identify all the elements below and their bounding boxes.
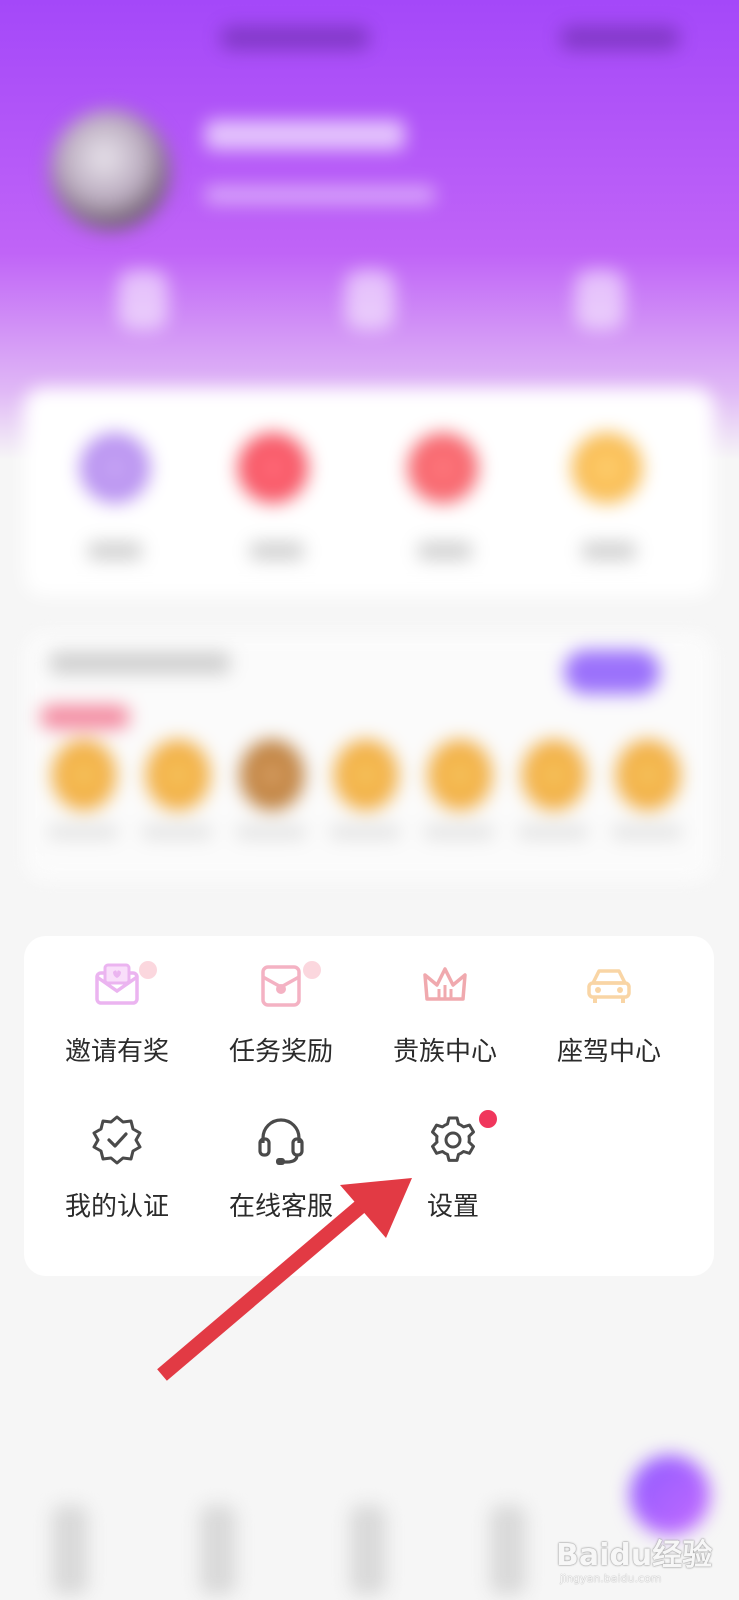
menu-item-my-verification[interactable]: 我的认证 [42, 1110, 192, 1230]
gift-label-blur [236, 825, 306, 839]
gift-label-blur [424, 825, 494, 839]
menu-item-invite[interactable]: 邀请有奖 [42, 955, 192, 1075]
gift-icon[interactable] [334, 740, 398, 810]
user-id-blur [205, 186, 435, 204]
gift-label-blur [48, 825, 118, 839]
crown-icon [415, 955, 475, 1015]
gift-icon[interactable] [428, 740, 492, 810]
menu-item-task-reward[interactable]: 任务奖励 [206, 955, 356, 1075]
menu-label: 在线客服 [228, 1192, 333, 1222]
menu-label: 任务奖励 [228, 1037, 333, 1067]
gift-icon[interactable] [616, 740, 680, 810]
floating-action-button[interactable] [630, 1455, 710, 1535]
shortcut-label-blur-3 [418, 542, 472, 560]
menu-label: 座驾中心 [556, 1037, 661, 1067]
gift-label-blur [142, 825, 212, 839]
avatar[interactable] [50, 110, 170, 230]
gift-icon[interactable] [146, 740, 210, 810]
gift-more-button[interactable] [564, 650, 660, 694]
task-reward-icon [251, 955, 321, 1015]
stat-blur-1[interactable] [118, 270, 168, 330]
menu-label: 我的认证 [64, 1192, 169, 1222]
stat-blur-2[interactable] [345, 270, 395, 330]
gift-label-blur [330, 825, 400, 839]
watermark-url: jingyan.baidu.com [560, 1572, 662, 1585]
store-icon[interactable] [408, 433, 478, 503]
menu-item-car-center[interactable]: 座驾中心 [534, 955, 684, 1075]
gift-title-blur [50, 652, 230, 674]
tab-message[interactable] [350, 1505, 386, 1595]
notification-dot [479, 1110, 497, 1128]
menu-item-settings[interactable]: 设置 [378, 1110, 528, 1230]
shortcut-label-blur-1 [88, 542, 142, 560]
tab-home[interactable] [52, 1505, 88, 1595]
menu-label: 贵族中心 [392, 1037, 497, 1067]
notification-dot [303, 961, 321, 979]
gear-icon [423, 1110, 497, 1170]
notification-dot [139, 961, 157, 979]
verified-badge-icon [87, 1110, 147, 1170]
menu-label: 设置 [426, 1192, 479, 1222]
headset-icon [251, 1110, 311, 1170]
menu-label: 邀请有奖 [64, 1037, 169, 1067]
username-blur [205, 120, 405, 150]
menu-item-noble-center[interactable]: 贵族中心 [370, 955, 520, 1075]
gift-icon[interactable] [240, 740, 304, 810]
gift-icon[interactable] [522, 740, 586, 810]
shortcut-label-blur-4 [582, 542, 636, 560]
invite-envelope-icon [87, 955, 157, 1015]
status-bar-blur-right [560, 26, 680, 50]
car-icon [579, 955, 639, 1015]
shortcut-label-blur-2 [250, 542, 304, 560]
gift-tag-blur [40, 705, 130, 729]
gift-icon[interactable] [52, 740, 116, 810]
heart-icon[interactable] [238, 433, 308, 503]
coin-icon[interactable] [572, 433, 642, 503]
wallet-icon[interactable] [80, 433, 150, 503]
menu-item-online-service[interactable]: 在线客服 [206, 1110, 356, 1230]
gift-label-blur [612, 825, 682, 839]
baidu-watermark: Baidu经验 [556, 1538, 713, 1573]
status-bar-blur [220, 26, 370, 50]
stat-blur-3[interactable] [575, 270, 625, 330]
tab-discover[interactable] [200, 1505, 236, 1595]
gift-label-blur [518, 825, 588, 839]
tab-friends[interactable] [490, 1505, 526, 1595]
